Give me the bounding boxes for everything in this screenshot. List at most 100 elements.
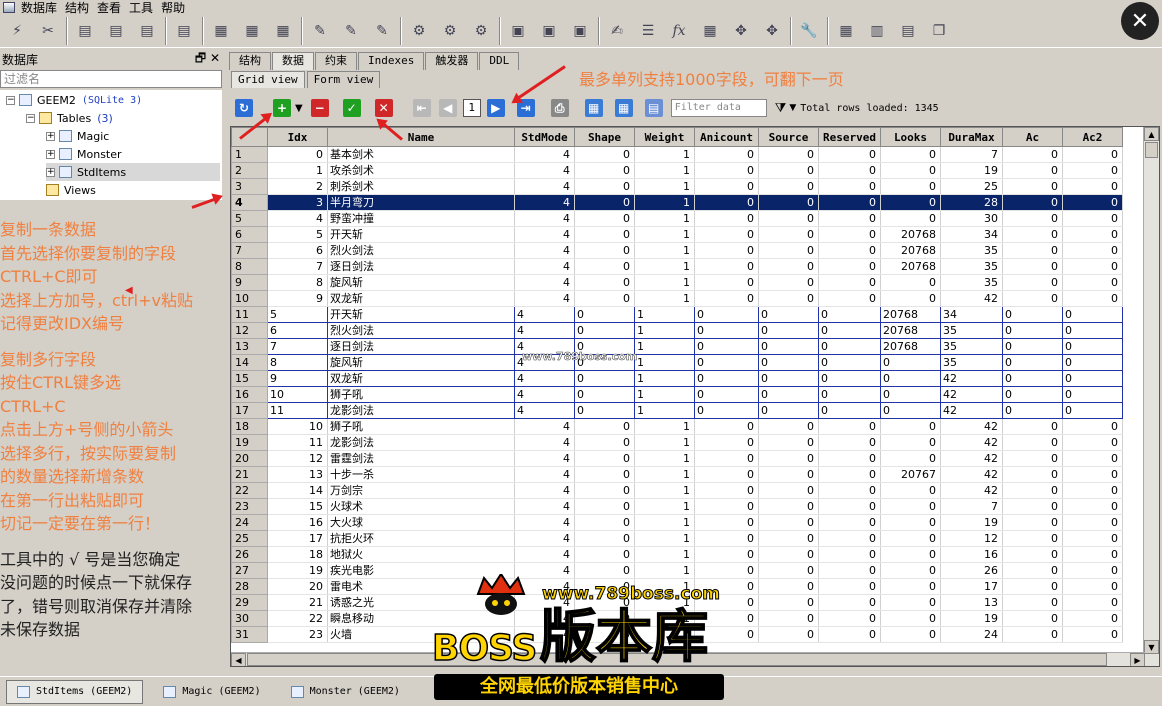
grid-cell[interactable]: 0 <box>694 546 759 563</box>
grid-cell[interactable]: 0 <box>1062 498 1123 515</box>
table-row[interactable]: 24 16 大火球 4 0 1 0 0 0 0 19 0 0 <box>231 514 1123 531</box>
grid-cell[interactable]: 0 <box>574 418 635 435</box>
grid-cell[interactable]: 0 <box>1002 386 1063 403</box>
table-row[interactable]: 13 7 逐日剑法 4 0 1 0 0 0 20768 35 0 0 <box>231 338 1123 355</box>
grid-cell[interactable]: 34 <box>940 306 1003 323</box>
row-number[interactable]: 24 <box>231 514 268 531</box>
grid-cell[interactable]: 0 <box>818 210 881 227</box>
grid-cell[interactable]: 0 <box>818 594 881 611</box>
column-header[interactable]: Name <box>327 127 515 147</box>
cascade-icon[interactable]: ❐ <box>926 18 952 44</box>
grid-cell[interactable]: 1 <box>634 354 695 371</box>
grid-cell[interactable]: 1 <box>634 514 695 531</box>
expand-icon[interactable]: + <box>46 167 55 177</box>
grid-cell[interactable]: 0 <box>1002 322 1063 339</box>
new-index-icon[interactable]: ✎ <box>307 18 333 44</box>
row-number[interactable]: 13 <box>231 338 268 355</box>
row-number[interactable]: 26 <box>231 546 268 563</box>
table-row[interactable]: 23 15 火球术 4 0 1 0 0 0 0 7 0 0 <box>231 498 1123 515</box>
row-number[interactable]: 20 <box>231 450 268 467</box>
grid-cell[interactable]: 0 <box>1062 402 1123 419</box>
grid-cell[interactable]: 0 <box>880 450 941 467</box>
grid-cell[interactable]: 0 <box>1062 626 1123 643</box>
row-number[interactable]: 4 <box>231 194 268 211</box>
grid-cell[interactable]: 0 <box>1002 146 1063 163</box>
grid-cell[interactable]: 0 <box>1002 626 1063 643</box>
grid-cell[interactable]: 0 <box>880 274 941 291</box>
page-number-input[interactable]: 1 <box>462 99 481 117</box>
grid-cell[interactable]: 4 <box>514 178 575 195</box>
grid-cell[interactable]: 0 <box>1002 514 1063 531</box>
grid-cell[interactable]: 4 <box>514 402 575 419</box>
grid-cell[interactable]: 0 <box>758 402 819 419</box>
grid-cell[interactable]: 42 <box>940 386 1003 403</box>
grid-cell[interactable]: 0 <box>694 434 759 451</box>
name-cell[interactable]: 烈火剑法 <box>327 322 515 339</box>
grid-cell[interactable]: 42 <box>940 434 1003 451</box>
grid-cell[interactable]: 0 <box>818 498 881 515</box>
grid-cell[interactable]: 0 <box>1002 402 1063 419</box>
grid-cell[interactable]: 0 <box>694 162 759 179</box>
grid-cell[interactable]: 4 <box>514 226 575 243</box>
grid-cell[interactable]: 1 <box>634 210 695 227</box>
grid-cell[interactable]: 3 <box>267 194 328 211</box>
row-number[interactable]: 9 <box>231 274 268 291</box>
grid-cell[interactable]: 4 <box>514 370 575 387</box>
grid-cell[interactable]: 0 <box>574 530 635 547</box>
grid-cell[interactable]: 5 <box>267 306 328 323</box>
grid-cell[interactable]: 0 <box>694 354 759 371</box>
insert-dropdown-arrow-icon[interactable]: ▼ <box>295 103 303 114</box>
grid-cell[interactable]: 0 <box>574 450 635 467</box>
row-number[interactable]: 17 <box>231 402 268 419</box>
grid-cell[interactable]: 0 <box>1062 594 1123 611</box>
grid-cell[interactable]: 0 <box>694 210 759 227</box>
grid-cell[interactable]: 17 <box>267 530 328 547</box>
grid-cell[interactable]: 4 <box>514 466 575 483</box>
grid-cell[interactable]: 23 <box>267 626 328 643</box>
grid-cell[interactable]: 0 <box>758 530 819 547</box>
filter-name-input[interactable]: 过滤名 <box>0 70 222 88</box>
grid-cell[interactable]: 10 <box>267 386 328 403</box>
grid-cell[interactable]: 1 <box>634 178 695 195</box>
grid-cell[interactable]: 0 <box>694 498 759 515</box>
grid-cell[interactable]: 0 <box>694 418 759 435</box>
edit-db-icon[interactable]: ▤ <box>103 18 129 44</box>
table-row[interactable]: 7 6 烈火剑法 4 0 1 0 0 0 20768 35 0 0 <box>231 242 1123 259</box>
grid-cell[interactable]: 42 <box>940 370 1003 387</box>
grid-cell[interactable]: 16 <box>267 514 328 531</box>
grid-cell[interactable]: 0 <box>694 242 759 259</box>
grid-cell[interactable]: 1 <box>634 274 695 291</box>
grid-cell[interactable]: 1 <box>634 466 695 483</box>
grid-cell[interactable]: 0 <box>574 290 635 307</box>
grid-cell[interactable]: 4 <box>514 146 575 163</box>
grid-cell[interactable]: 0 <box>1002 482 1063 499</box>
grid-cell[interactable]: 1 <box>634 546 695 563</box>
panel-float-close-icons[interactable]: 🗗 ✕ <box>195 49 224 70</box>
grid-cell[interactable]: 19 <box>267 562 328 579</box>
import-grid-icon[interactable]: ▦ <box>614 99 633 117</box>
collapse-icon[interactable]: − <box>6 95 15 105</box>
grid-cell[interactable]: 20768 <box>880 226 941 243</box>
tab-form-view[interactable]: Form view <box>306 71 381 88</box>
expand-icon[interactable]: + <box>46 149 55 159</box>
grid-cell[interactable]: 4 <box>267 210 328 227</box>
grid-cell[interactable]: 0 <box>267 146 328 163</box>
print-icon[interactable]: ⎙ <box>550 99 569 117</box>
grid-cell[interactable]: 1 <box>634 226 695 243</box>
tab-structure[interactable]: 结构 <box>229 52 271 70</box>
grid-cell[interactable]: 0 <box>694 466 759 483</box>
new-trigger-icon[interactable]: ⚙ <box>406 18 432 44</box>
grid-cell[interactable]: 0 <box>758 482 819 499</box>
grid-cell[interactable]: 0 <box>694 322 759 339</box>
grid-cell[interactable]: 0 <box>694 290 759 307</box>
grid-cell[interactable]: 0 <box>818 418 881 435</box>
grid-cell[interactable]: 1 <box>634 146 695 163</box>
grid-cell[interactable]: 0 <box>818 626 881 643</box>
grid-cell[interactable]: 35 <box>940 354 1003 371</box>
grid-cell[interactable]: 0 <box>1002 610 1063 627</box>
table-row[interactable]: 26 18 地狱火 4 0 1 0 0 0 0 16 0 0 <box>231 546 1123 563</box>
grid-cell[interactable]: 0 <box>818 434 881 451</box>
grid-cell[interactable]: 0 <box>1062 338 1123 355</box>
grid-cell[interactable]: 42 <box>940 450 1003 467</box>
grid-cell[interactable]: 0 <box>694 450 759 467</box>
